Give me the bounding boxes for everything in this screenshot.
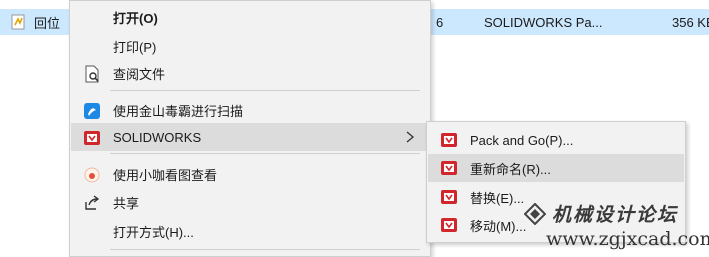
menu-item-label: 打印(P): [113, 39, 157, 55]
menu-item-label: 共享: [113, 195, 140, 211]
menu-item-share[interactable]: 共享: [71, 188, 429, 216]
watermark-title: 机械设计论坛: [552, 204, 679, 226]
menu-item-label: 打开方式(H)...: [113, 224, 194, 240]
context-menu: 打开(O) 打印(P) 查阅文件 使用金山毒霸进行扫描 SOLIDWORKS 使…: [69, 0, 431, 257]
menu-item-xiaoka-view[interactable]: 使用小咖看图查看: [71, 160, 429, 188]
solidworks-icon: [441, 133, 457, 147]
menu-item-label: 使用金山毒霸进行扫描: [113, 103, 244, 119]
solidworks-icon: [441, 218, 457, 232]
submenu-item-label: 重新命名(R)...: [470, 161, 551, 177]
watermark-url: www.zgjxcad.com: [546, 228, 709, 250]
file-size: 356 KB: [672, 14, 709, 30]
file-date: 6: [436, 14, 444, 30]
menu-item-label: 查阅文件: [113, 66, 166, 82]
menu-item-open[interactable]: 打开(O): [71, 3, 429, 31]
menu-separator: [110, 90, 420, 91]
menu-separator: [110, 153, 420, 154]
menu-item-open-with[interactable]: 打开方式(H)...: [71, 217, 429, 245]
file-type: 文件夹: [484, 0, 523, 1]
submenu-item-label: 替换(E)...: [470, 190, 525, 206]
solidworks-icon: [441, 161, 457, 175]
menu-item-view-document[interactable]: 查阅文件: [71, 59, 429, 87]
duba-antivirus-icon: [84, 103, 100, 119]
xiaoka-viewer-icon: [84, 167, 100, 183]
submenu-item-pack-and-go[interactable]: Pack and Go(P)...: [428, 126, 684, 154]
submenu-item-rename[interactable]: 重新命名(R)...: [428, 154, 684, 182]
chevron-right-icon: [406, 131, 415, 143]
menu-item-label: 打开(O): [113, 10, 158, 26]
menu-item-print[interactable]: 打印(P): [71, 32, 429, 60]
submenu-item-label: Pack and Go(P)...: [470, 132, 574, 148]
menu-item-label: 使用小咖看图查看: [113, 167, 218, 183]
file-type: SOLIDWORKS Pa...: [484, 14, 603, 30]
menu-item-label: SOLIDWORKS: [113, 129, 202, 145]
menu-separator: [110, 249, 420, 250]
solidworks-icon: [441, 190, 457, 204]
diamond-logo-icon: [524, 203, 546, 225]
share-icon: [85, 195, 100, 210]
menu-item-solidworks[interactable]: SOLIDWORKS: [71, 123, 429, 151]
solidworks-part-file-icon: [11, 14, 25, 30]
magnifier-document-icon: [85, 65, 99, 83]
menu-item-duba-scan[interactable]: 使用金山毒霸进行扫描: [71, 96, 429, 124]
solidworks-icon: [84, 131, 100, 145]
file-name[interactable]: 回位: [34, 13, 60, 32]
watermark: 机械设计论坛 www.zgjxcad.com: [518, 200, 709, 257]
